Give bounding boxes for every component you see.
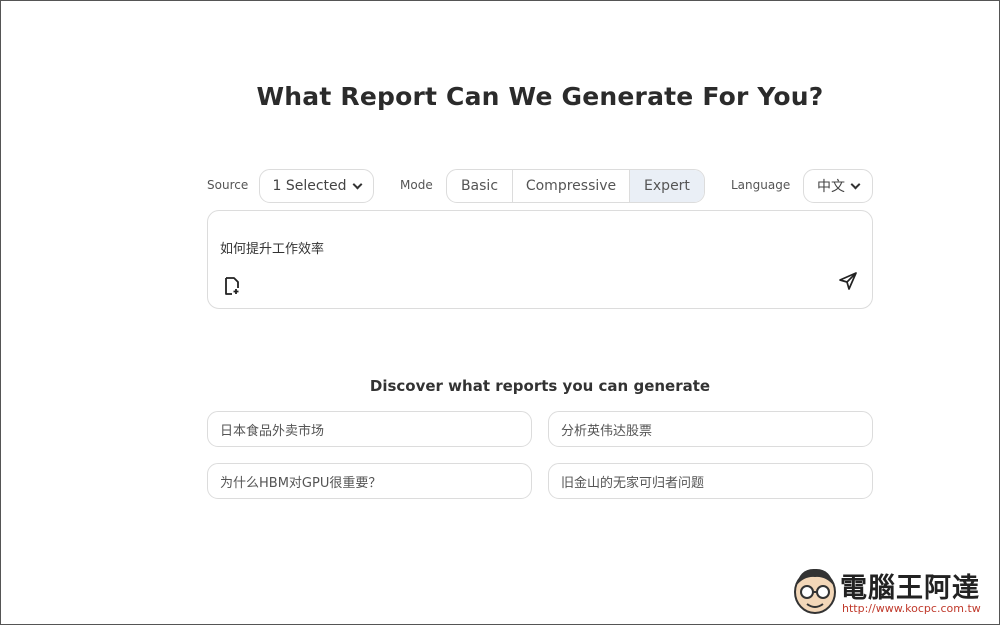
query-text[interactable]: 如何提升工作效率 [220,238,324,257]
mode-expert-button[interactable]: Expert [630,170,704,202]
page-title: What Report Can We Generate For You? [256,82,824,111]
mode-label: Mode [400,178,433,192]
watermark-name: 電腦王阿達 [840,573,980,604]
watermark-url: http://www.kocpc.com.tw [842,602,981,615]
language-value: 中文 [817,179,845,195]
suggestion-card[interactable]: 旧金山的无家可归者问题 [548,463,873,499]
language-label: Language [731,178,791,192]
discover-heading: Discover what reports you can generate [369,377,711,395]
query-input-box[interactable]: 如何提升工作效率 [207,210,873,309]
suggestion-card[interactable]: 分析英伟达股票 [548,411,873,447]
chevron-down-icon [850,179,861,189]
chevron-down-icon [352,179,362,189]
watermark-logo: 電腦王阿達 http://www.kocpc.com.tw [790,560,995,620]
suggestion-card[interactable]: 为什么HBM对GPU很重要？ [207,463,532,499]
mode-basic-button[interactable]: Basic [447,170,513,202]
mascot-face-icon [794,568,836,614]
source-dropdown[interactable]: 1 Selected [259,169,374,203]
file-upload-icon[interactable] [224,277,240,295]
send-icon[interactable] [838,271,858,291]
source-label: Source [207,178,249,192]
source-value: 1 Selected [272,178,347,194]
mode-segmented-control: Basic Compressive Expert [446,169,705,203]
suggestion-card[interactable]: 日本食品外卖市场 [207,411,532,447]
language-dropdown[interactable]: 中文 [803,169,873,203]
report-controls: Source 1 Selected Mode Basic Compressive… [207,169,873,203]
mode-compressive-button[interactable]: Compressive [513,170,630,202]
